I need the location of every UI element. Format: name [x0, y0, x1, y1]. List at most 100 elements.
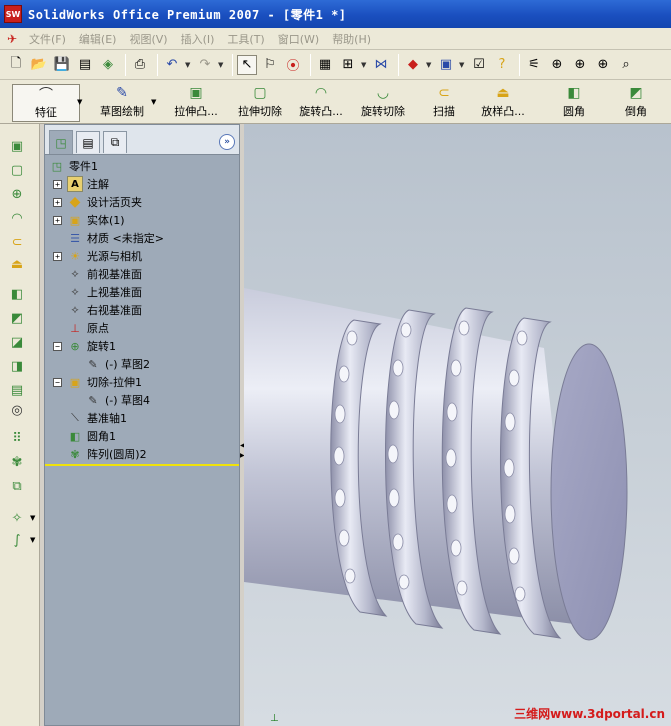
- undo-icon[interactable]: ↶: [162, 55, 182, 75]
- new-document-icon[interactable]: 🗋: [6, 55, 26, 75]
- tree-item-front-plane[interactable]: ⟡ 前视基准面: [67, 265, 142, 283]
- save-icon[interactable]: 💾: [52, 55, 72, 75]
- open-folder-icon[interactable]: 📂: [29, 55, 49, 75]
- menu-help[interactable]: 帮助(H): [328, 31, 380, 47]
- expand-panel-icon[interactable]: »: [219, 134, 235, 150]
- curves-dropdown-icon[interactable]: ▼: [30, 536, 35, 544]
- revolved-boss-icon[interactable]: ⊕: [7, 184, 27, 204]
- select-filter-icon[interactable]: ⚐: [260, 55, 280, 75]
- tab-features[interactable]: ⌒ 特征: [12, 84, 80, 122]
- rebuild-traffic-light-icon[interactable]: ⦿: [283, 55, 303, 75]
- tree-item-sketch4[interactable]: ✎ (-) 草图4: [85, 391, 150, 409]
- make-drawing-icon[interactable]: ▤: [75, 55, 95, 75]
- mirror-icon[interactable]: ⧉: [7, 476, 27, 496]
- tree-item-revolve1[interactable]: − ⊕ 旋转1: [53, 337, 116, 355]
- graphics-viewport[interactable]: ⊥ 三维网www.3dportal.cn: [244, 124, 671, 726]
- expand-icon[interactable]: +: [53, 215, 62, 225]
- appearance-icon[interactable]: ◆: [403, 55, 423, 75]
- revolved-cut-button[interactable]: ◡ 旋转切除: [356, 84, 410, 122]
- tab-configuration-manager[interactable]: ⧉: [103, 131, 127, 153]
- menu-file[interactable]: 文件(F): [25, 31, 75, 47]
- extruded-boss-button[interactable]: ▣ 拉伸凸...: [167, 84, 225, 122]
- menu-edit[interactable]: 编辑(E): [75, 31, 126, 47]
- app-menu-icon[interactable]: ✈: [3, 31, 21, 47]
- tree-item-design-binder[interactable]: + ◆ 设计活页夹: [53, 193, 142, 211]
- chamfer-button[interactable]: ◩ 倒角: [620, 84, 652, 122]
- extruded-cut-button[interactable]: ▢ 拉伸切除: [232, 84, 288, 122]
- menu-tools[interactable]: 工具(T): [223, 31, 273, 47]
- shell-icon[interactable]: ◨: [7, 356, 27, 376]
- draft-icon[interactable]: ▤: [7, 380, 27, 400]
- make-assembly-icon[interactable]: ◈: [98, 55, 118, 75]
- grid-options-icon[interactable]: ▦: [315, 55, 335, 75]
- zoom-in-out-icon[interactable]: ⊕: [593, 55, 613, 75]
- features-dropdown-icon[interactable]: ▼: [77, 98, 82, 106]
- tree-item-cut-extrude1[interactable]: − ▣ 切除-拉伸1: [53, 373, 142, 391]
- appearance-dropdown-icon[interactable]: ▼: [426, 61, 433, 69]
- tab-property-manager[interactable]: ▤: [76, 131, 100, 153]
- hole-wizard-icon[interactable]: ◎: [7, 400, 27, 420]
- tree-item-axis1[interactable]: ⟍ 基准轴1: [67, 409, 127, 427]
- chamfer-icon[interactable]: ◩: [7, 308, 27, 328]
- tree-item-circular-pattern2[interactable]: ✾ 阵列(圆周)2: [67, 445, 146, 463]
- tree-item-lights-cameras[interactable]: + ☀ 光源与相机: [53, 247, 142, 265]
- loft-icon[interactable]: ⏏: [7, 254, 27, 274]
- redo-icon[interactable]: ↷: [195, 55, 215, 75]
- sketch-dropdown-icon[interactable]: ▼: [151, 98, 156, 106]
- collapse-icon[interactable]: −: [53, 377, 62, 387]
- collapse-icon[interactable]: −: [53, 341, 62, 351]
- sweep-icon[interactable]: ⊂: [7, 232, 27, 252]
- curves-icon[interactable]: ∫: [7, 530, 27, 550]
- zoom-area-icon[interactable]: ⊕: [570, 55, 590, 75]
- circular-pattern-icon[interactable]: ✾: [7, 452, 27, 472]
- tree-item-fillet1[interactable]: ◧ 圆角1: [67, 427, 116, 445]
- undo-dropdown-icon[interactable]: ▼: [185, 61, 192, 69]
- tree-item-annotations[interactable]: + A 注解: [53, 175, 109, 193]
- zoom-selection-icon[interactable]: ⌕: [616, 55, 636, 75]
- menu-window[interactable]: 窗口(W): [274, 31, 328, 47]
- tree-item-top-plane[interactable]: ⟡ 上视基准面: [67, 283, 142, 301]
- tree-item-origin[interactable]: ⊥ 原点: [67, 319, 109, 337]
- sweep-button[interactable]: ⊂ 扫描: [428, 84, 460, 122]
- reference-geometry-dropdown-icon[interactable]: ▼: [30, 514, 35, 522]
- snap-dropdown-icon[interactable]: ▼: [361, 61, 368, 69]
- options-icon[interactable]: ☑: [469, 55, 489, 75]
- redo-dropdown-icon[interactable]: ▼: [218, 61, 225, 69]
- tree-item-solid-bodies[interactable]: + ▣ 实体(1): [53, 211, 125, 229]
- rollback-bar[interactable]: [45, 464, 239, 466]
- view-dropdown-icon[interactable]: ▼: [459, 61, 466, 69]
- snap-icon[interactable]: ⊞: [338, 55, 358, 75]
- magnet-icon[interactable]: ⋈: [371, 55, 391, 75]
- linear-pattern-icon[interactable]: ⠿: [7, 428, 27, 448]
- revolved-cut-icon[interactable]: ◠: [7, 208, 27, 228]
- loft-button[interactable]: ⏏ 放样凸...: [474, 84, 532, 122]
- select-arrow-icon[interactable]: ↖: [237, 54, 257, 75]
- help-icon[interactable]: ?: [492, 55, 512, 75]
- tree-item-right-plane[interactable]: ⟡ 右视基准面: [67, 301, 142, 319]
- zoom-fit-icon[interactable]: ⊕: [547, 55, 567, 75]
- extruded-boss-icon[interactable]: ▣: [7, 136, 27, 156]
- extruded-cut-icon[interactable]: ▢: [7, 160, 27, 180]
- fillet-icon[interactable]: ◧: [7, 284, 27, 304]
- print-icon[interactable]: ⎙: [130, 55, 150, 75]
- rib-icon[interactable]: ◪: [7, 332, 27, 352]
- circular-pattern-icon: ✾: [70, 447, 80, 461]
- fillet-button[interactable]: ◧ 圆角: [558, 84, 590, 122]
- tab-feature-tree[interactable]: ◳: [49, 130, 73, 154]
- expand-icon[interactable]: +: [53, 179, 62, 189]
- menu-view[interactable]: 视图(V): [125, 31, 176, 47]
- view-orientation-icon[interactable]: ▣: [436, 55, 456, 75]
- menu-insert[interactable]: 插入(I): [177, 31, 224, 47]
- measure-icon[interactable]: ⚟: [524, 55, 544, 75]
- expand-icon[interactable]: +: [53, 197, 62, 207]
- expand-icon[interactable]: +: [53, 251, 62, 261]
- tree-root-part[interactable]: ◳ 零件1: [49, 157, 98, 175]
- chamfer-icon: ◩: [629, 85, 643, 101]
- tree-item-material[interactable]: ☰ 材质 <未指定>: [67, 229, 164, 247]
- tab-sketch[interactable]: ✎ 草图绘制: [88, 84, 156, 122]
- reference-geometry-icon[interactable]: ✧: [7, 508, 27, 528]
- revolved-boss-button[interactable]: ◠ 旋转凸...: [292, 84, 350, 122]
- toolbar-separator: [125, 53, 126, 76]
- tree-item-sketch2[interactable]: ✎ (-) 草图2: [85, 355, 150, 373]
- sketch-icon: ✎: [116, 85, 128, 101]
